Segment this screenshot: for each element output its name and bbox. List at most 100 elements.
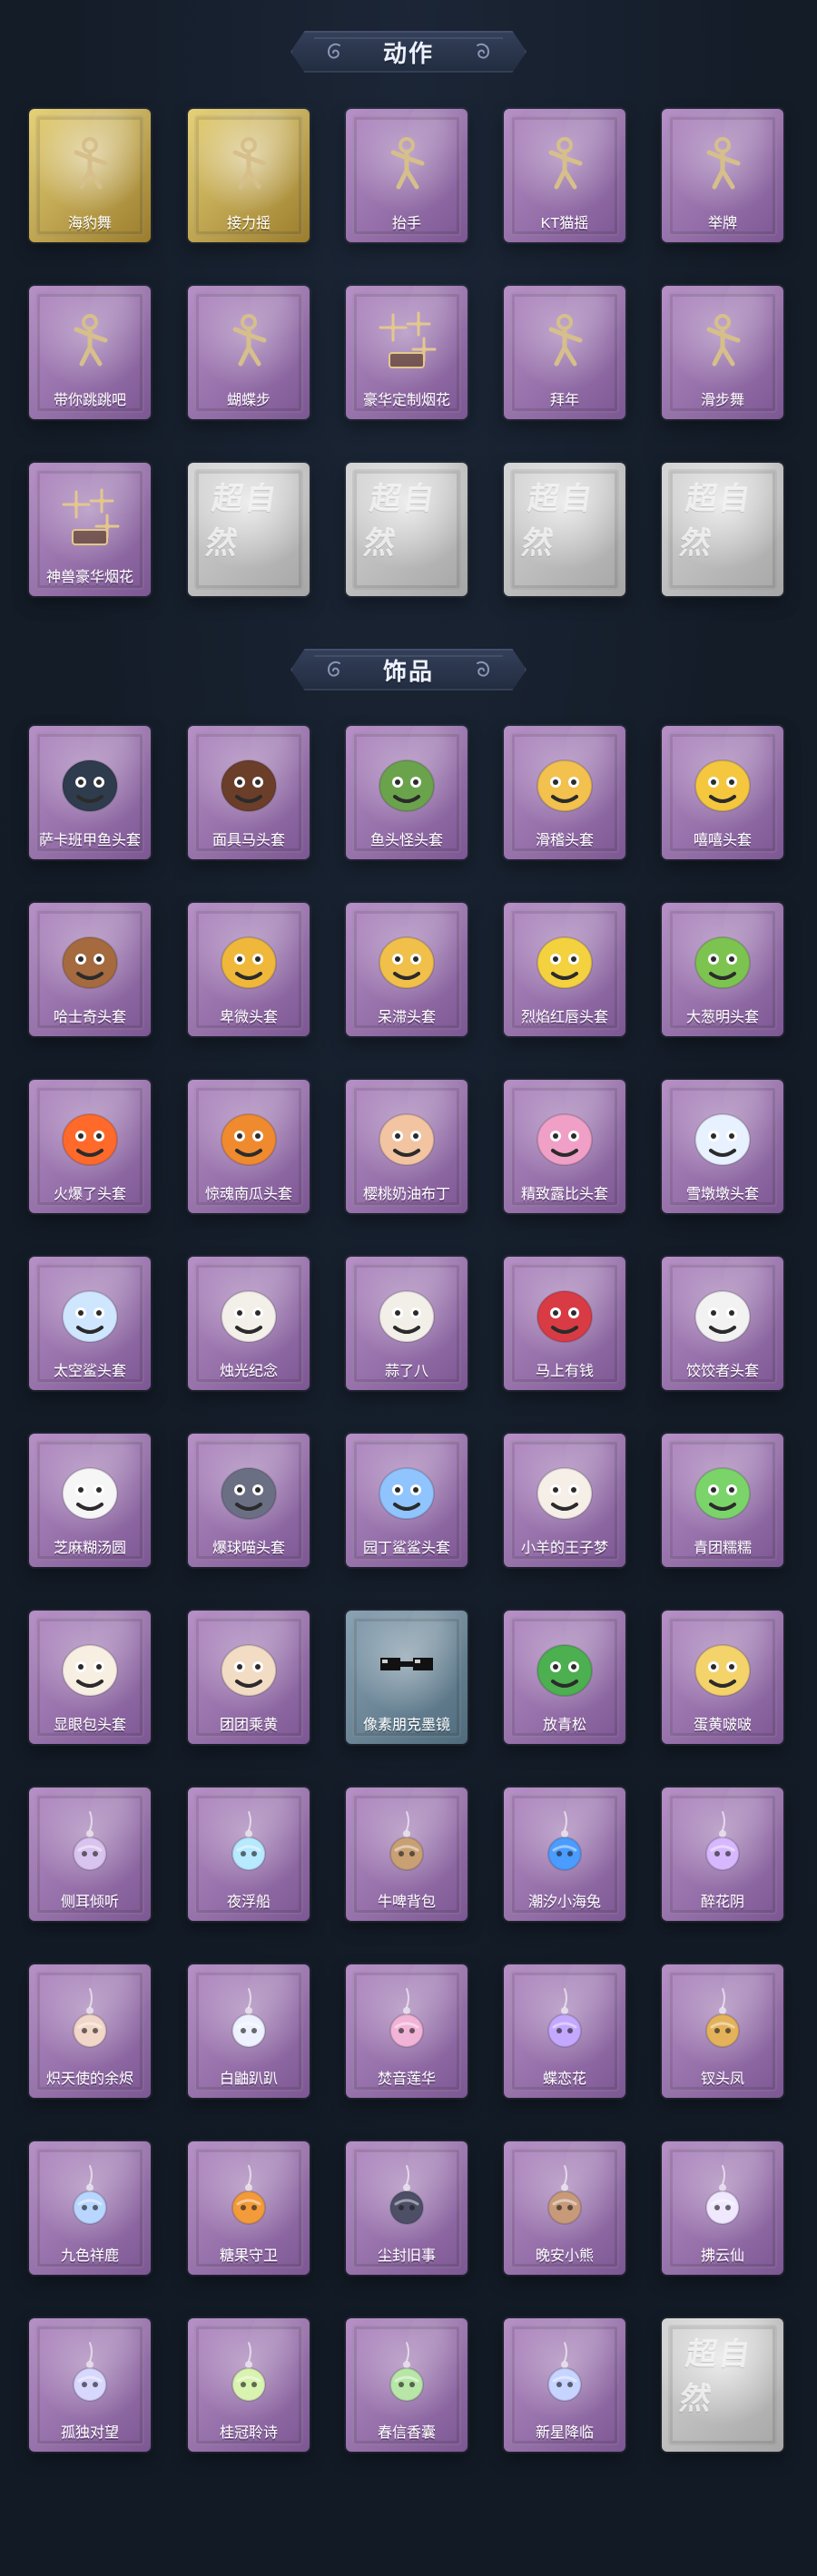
cosmetic-card[interactable]: 鱼头怪头套 <box>346 726 468 859</box>
card-label: 抬手 <box>391 216 421 231</box>
card-label: 烛光纪念 <box>219 1364 278 1379</box>
fish-monster-head-icon <box>368 742 446 820</box>
card-label: 蝴蝶步 <box>226 393 271 408</box>
placeholder-logo-icon: 超自然 <box>677 2335 762 2416</box>
cosmetic-card[interactable]: 牛啤背包 <box>346 1788 468 1921</box>
cosmetic-card[interactable]: 焚音莲华 <box>346 1964 468 2098</box>
cosmetic-card[interactable]: 团团乘黄 <box>188 1611 310 1744</box>
cosmetic-card[interactable]: 大葱明头套 <box>662 903 783 1036</box>
lonely-charm-icon <box>51 2335 129 2413</box>
cosmetic-card[interactable]: 桂冠聆诗 <box>188 2318 310 2452</box>
cosmetic-card[interactable]: 太空鲨头套 <box>29 1257 151 1390</box>
cosmetic-card[interactable]: 精致露比头套 <box>504 1080 625 1213</box>
card-label: 焚音莲华 <box>377 2072 436 2087</box>
cosmetic-card[interactable]: 萨卡班甲鱼头套 <box>29 726 151 859</box>
card-label: 举牌 <box>707 216 737 231</box>
swirl-ornament-icon <box>327 43 340 59</box>
dancer-icon <box>51 125 129 203</box>
cosmetic-card[interactable]: 拂云仙 <box>662 2141 783 2275</box>
cosmetic-card[interactable]: 嘻嘻头套 <box>662 726 783 859</box>
cosmetic-card[interactable]: 接力摇 <box>188 109 310 242</box>
cosmetic-card[interactable]: 蒜了八 <box>346 1257 468 1390</box>
cosmetic-card[interactable]: 樱桃奶油布丁 <box>346 1080 468 1213</box>
card-label: 萨卡班甲鱼头套 <box>38 833 141 848</box>
cosmetic-card[interactable]: 拜年 <box>504 286 625 419</box>
cosmetic-card[interactable]: 晚安小熊 <box>504 2141 625 2275</box>
green-bun-icon <box>684 1450 762 1528</box>
cosmetic-card[interactable]: 滑稽头套 <box>504 726 625 859</box>
cosmetic-card[interactable]: 雪墩墩头套 <box>662 1080 783 1213</box>
card-label: 芝麻糊汤圆 <box>53 1541 126 1556</box>
cosmetic-card[interactable]: 蛋黄啵啵 <box>662 1611 783 1744</box>
swirl-ornament-icon <box>477 661 490 677</box>
cosmetic-card[interactable]: 惊魂南瓜头套 <box>188 1080 310 1213</box>
cosmetic-card[interactable]: 马上有钱 <box>504 1257 625 1390</box>
cosmetic-card[interactable]: 海豹舞 <box>29 109 151 242</box>
cosmetic-card[interactable]: 超自然 <box>662 463 783 596</box>
card-label: 醉花阴 <box>700 1895 744 1910</box>
grin-head-icon <box>684 742 762 820</box>
cosmetic-card[interactable]: 抬手 <box>346 109 468 242</box>
card-label: KT猫摇 <box>540 216 589 231</box>
card-label: 饺饺者头套 <box>685 1364 759 1379</box>
actions-section-header: 动作 <box>290 31 527 73</box>
cosmetic-card[interactable]: 像素朋克墨镜 <box>346 1611 468 1744</box>
cosmetic-card[interactable]: 炽天使的余烬 <box>29 1964 151 2098</box>
fish-head-icon <box>51 742 129 820</box>
ornaments-section-header: 饰品 <box>290 649 527 691</box>
cosmetic-card[interactable]: 显眼包头套 <box>29 1611 151 1744</box>
cosmetic-card[interactable]: KT猫摇 <box>504 109 625 242</box>
card-label: 钗头凤 <box>700 2072 744 2087</box>
cosmetic-card[interactable]: 醉花阴 <box>662 1788 783 1921</box>
cosmetic-card[interactable]: 园丁鲨鲨头套 <box>346 1434 468 1567</box>
cosmetic-card[interactable]: 超自然 <box>662 2318 783 2452</box>
cosmetic-card[interactable]: 芝麻糊汤圆 <box>29 1434 151 1567</box>
angel-doll-icon <box>51 1981 129 2059</box>
cosmetic-card[interactable]: 哈士奇头套 <box>29 903 151 1036</box>
cosmetic-card[interactable]: 超自然 <box>504 463 625 596</box>
card-label: 九色祥鹿 <box>60 2248 119 2264</box>
cosmetic-card[interactable]: 烛光纪念 <box>188 1257 310 1390</box>
cosmetic-card[interactable]: 超自然 <box>188 463 310 596</box>
cosmetic-card[interactable]: 烈焰红唇头套 <box>504 903 625 1036</box>
swirl-ornament-icon <box>327 661 340 677</box>
card-label: 团团乘黄 <box>219 1718 278 1733</box>
cosmetic-card[interactable]: 卑微头套 <box>188 903 310 1036</box>
cosmetic-card[interactable]: 面具马头套 <box>188 726 310 859</box>
cosmetic-card[interactable]: 神兽豪华烟花 <box>29 463 151 596</box>
cosmetic-card[interactable]: 小羊的王子梦 <box>504 1434 625 1567</box>
cosmetic-card[interactable]: 钗头凤 <box>662 1964 783 2098</box>
cosmetic-card[interactable]: 尘封旧事 <box>346 2141 468 2275</box>
cosmetic-card[interactable]: 春信香囊 <box>346 2318 468 2452</box>
cosmetic-card[interactable]: 呆滞头套 <box>346 903 468 1036</box>
card-label: 海豹舞 <box>67 216 112 231</box>
cosmetic-card[interactable]: 举牌 <box>662 109 783 242</box>
card-label: 爆球喵头套 <box>212 1541 285 1556</box>
cosmetic-card[interactable]: 侧耳倾听 <box>29 1788 151 1921</box>
dancer-icon <box>684 302 762 380</box>
sea-bunny-icon <box>526 1804 604 1882</box>
cosmetic-card[interactable]: 白鼬趴趴 <box>188 1964 310 2098</box>
cosmetic-card[interactable]: 爆球喵头套 <box>188 1434 310 1567</box>
cosmetic-card[interactable]: 火爆了头套 <box>29 1080 151 1213</box>
red-horse-icon <box>526 1273 604 1351</box>
card-label: 雪墩墩头套 <box>685 1187 759 1202</box>
cosmetic-card[interactable]: 饺饺者头套 <box>662 1257 783 1390</box>
cosmetic-card[interactable]: 新星降临 <box>504 2318 625 2452</box>
cosmetic-card[interactable]: 蝴蝶步 <box>188 286 310 419</box>
cosmetic-card[interactable]: 夜浮船 <box>188 1788 310 1921</box>
cosmetic-card[interactable]: 潮汐小海兔 <box>504 1788 625 1921</box>
cosmetic-card[interactable]: 九色祥鹿 <box>29 2141 151 2275</box>
placeholder-logo: 超自然 <box>677 2338 754 2416</box>
cosmetic-card[interactable]: 孤独对望 <box>29 2318 151 2452</box>
cosmetic-card[interactable]: 超自然 <box>346 463 468 596</box>
card-label: 鱼头怪头套 <box>369 833 443 848</box>
cosmetic-card[interactable]: 带你跳跳吧 <box>29 286 151 419</box>
cosmetic-card[interactable]: 放青松 <box>504 1611 625 1744</box>
cosmetic-card[interactable]: 青团糯糯 <box>662 1434 783 1567</box>
pixel-sunglasses-icon <box>368 1627 446 1705</box>
cosmetic-card[interactable]: 蝶恋花 <box>504 1964 625 2098</box>
cosmetic-card[interactable]: 糖果守卫 <box>188 2141 310 2275</box>
cosmetic-card[interactable]: 滑步舞 <box>662 286 783 419</box>
cosmetic-card[interactable]: 豪华定制烟花 <box>346 286 468 419</box>
